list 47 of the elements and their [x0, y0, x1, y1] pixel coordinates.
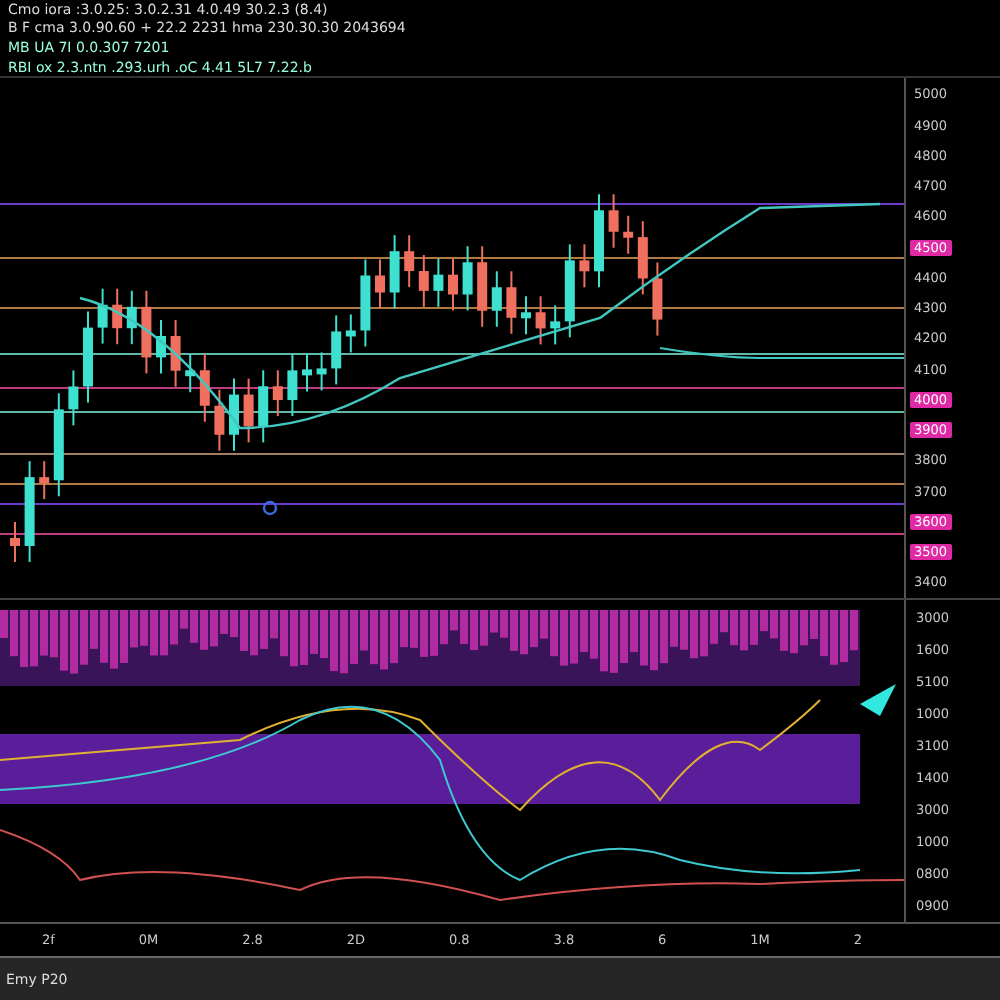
- candlestick: [243, 378, 254, 445]
- candlestick: [579, 244, 590, 290]
- candlestick: [68, 370, 79, 428]
- marker-icon: [262, 501, 278, 517]
- candlestick: [156, 319, 166, 376]
- candlestick: [506, 271, 517, 336]
- candlestick: [652, 262, 663, 338]
- candlestick: [564, 244, 575, 340]
- candlestick: [360, 259, 371, 349]
- candlestick: [112, 288, 123, 347]
- candlestick: [623, 215, 634, 256]
- candlestick: [389, 235, 400, 311]
- candlestick: [83, 311, 93, 405]
- candlestick: [345, 314, 356, 355]
- candlestick: [185, 354, 196, 395]
- candlestick: [316, 352, 327, 393]
- arrow-icon: [860, 684, 896, 717]
- candlestick: [302, 353, 312, 394]
- candlestick: [594, 194, 604, 290]
- candlestick: [126, 290, 137, 347]
- candlestick: [141, 290, 152, 376]
- candlestick: [229, 378, 239, 453]
- candlestick: [404, 235, 415, 289]
- candlestick: [53, 393, 64, 499]
- candlestick: [637, 221, 648, 297]
- candlestick: [97, 288, 108, 346]
- candlestick: [199, 354, 210, 424]
- candlestick: [258, 370, 269, 445]
- candlestick: [433, 258, 444, 309]
- candlestick: [477, 246, 488, 329]
- candlestick: [170, 319, 181, 389]
- candlestick: [448, 258, 458, 313]
- candlestick: [214, 389, 225, 453]
- candlestick: [608, 194, 619, 250]
- candlestick: [418, 255, 429, 309]
- candlestick: [550, 305, 561, 347]
- candlestick: [535, 296, 546, 347]
- candlestick: [331, 315, 342, 387]
- candlestick: [39, 461, 50, 502]
- candlestick: [272, 370, 283, 419]
- candlestick: [491, 271, 502, 329]
- candlestick: [10, 521, 20, 564]
- candlestick: [462, 246, 473, 313]
- candlestick: [24, 461, 35, 564]
- candlestick: [521, 296, 531, 337]
- candlestick: [287, 354, 298, 419]
- candlestick: [375, 259, 385, 311]
